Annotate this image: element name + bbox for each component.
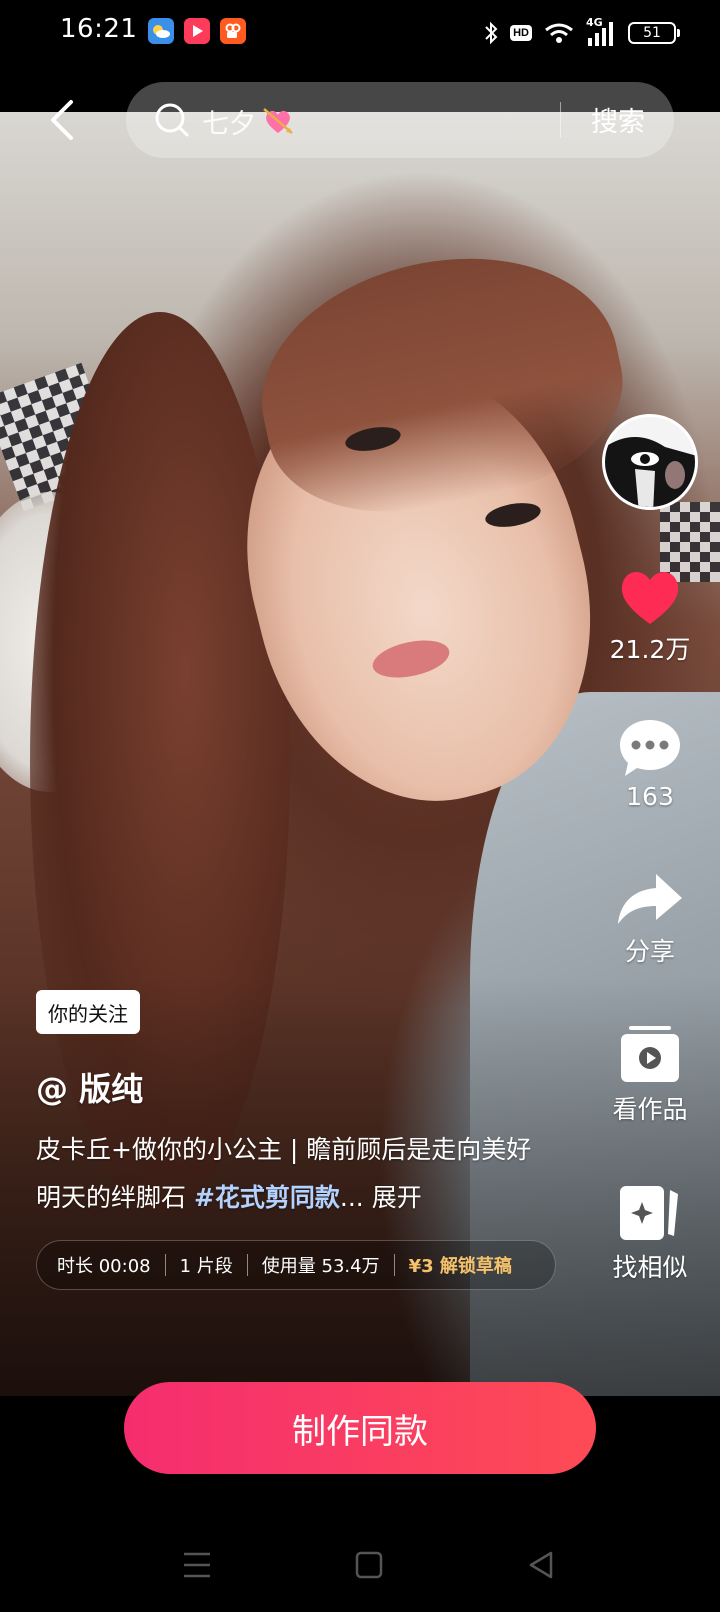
search-button[interactable]: 搜索 <box>574 100 662 140</box>
share-button[interactable]: 分享 <box>600 870 700 968</box>
template-info-strip[interactable]: 时长 00:08 1 片段 使用量 53.4万 ¥3 解锁草稿 <box>36 1240 556 1290</box>
comment-count: 163 <box>626 782 674 811</box>
status-bar: 16:21 HD 4G 51 <box>0 0 720 66</box>
make-same-button[interactable]: 制作同款 <box>124 1382 596 1474</box>
works-button[interactable]: 看作品 <box>600 1024 700 1126</box>
duration-info: 时长 00:08 <box>57 1256 151 1277</box>
hashtag-link[interactable]: #花式剪同款 <box>194 1183 340 1212</box>
share-icon <box>618 874 682 924</box>
similar-label: 找相似 <box>612 1253 688 1282</box>
similar-button[interactable]: 找相似 <box>600 1182 700 1284</box>
info-divider <box>246 1254 248 1276</box>
wifi-icon <box>545 23 573 43</box>
video-app-icon <box>184 18 210 44</box>
creator-avatar[interactable] <box>602 414 698 510</box>
bluetooth-icon <box>485 21 498 45</box>
comment-icon <box>620 720 680 776</box>
creator-username[interactable]: @ 版纯 <box>36 1064 143 1110</box>
kuaishou-app-icon <box>220 18 246 44</box>
heart-arrow-icon <box>263 108 293 134</box>
search-emoji <box>262 106 294 140</box>
segments-info: 1 片段 <box>179 1256 233 1277</box>
status-time: 16:21 <box>60 14 138 44</box>
search-divider <box>560 102 561 138</box>
following-tag: 你的关注 <box>36 990 140 1034</box>
back-nav-icon <box>529 1551 553 1579</box>
search-bar[interactable]: 七夕 搜索 <box>126 82 674 158</box>
info-divider <box>164 1254 166 1276</box>
usage-info: 使用量 53.4万 <box>261 1256 380 1277</box>
works-label: 看作品 <box>612 1095 688 1124</box>
back-icon <box>51 100 73 140</box>
heart-icon <box>621 571 679 624</box>
post-description[interactable]: 皮卡丘+做你的小公主 | 瞻前顾后是走向美好明天的绊脚石 #花式剪同款... 展… <box>36 1126 556 1222</box>
home-icon <box>355 1551 383 1579</box>
similar-icon <box>620 1186 678 1240</box>
comment-button[interactable]: 163 <box>600 716 700 811</box>
like-count: 21.2万 <box>609 635 691 664</box>
works-icon <box>621 1026 679 1082</box>
signal-icon: 4G <box>586 16 616 46</box>
battery-indicator: 51 <box>628 22 680 44</box>
back-nav-button[interactable] <box>516 1540 566 1590</box>
menu-nav-button[interactable] <box>172 1540 222 1590</box>
network-label: 4G <box>586 16 603 29</box>
unlock-draft-price[interactable]: ¥3 解锁草稿 <box>409 1252 512 1278</box>
hd-badge: HD <box>510 25 532 41</box>
like-button[interactable]: 21.2万 <box>600 566 700 666</box>
menu-icon <box>184 1552 210 1578</box>
status-icons: HD 4G 51 <box>484 16 680 50</box>
search-query[interactable]: 七夕 <box>202 102 256 141</box>
search-icon <box>155 103 189 137</box>
expand-link[interactable]: 展开 <box>364 1183 422 1212</box>
weather-app-icon <box>148 18 174 44</box>
info-divider <box>393 1254 395 1276</box>
share-label: 分享 <box>624 937 675 966</box>
description-ellipsis: ... <box>339 1183 364 1212</box>
home-nav-button[interactable] <box>344 1540 394 1590</box>
back-button[interactable] <box>40 92 84 148</box>
